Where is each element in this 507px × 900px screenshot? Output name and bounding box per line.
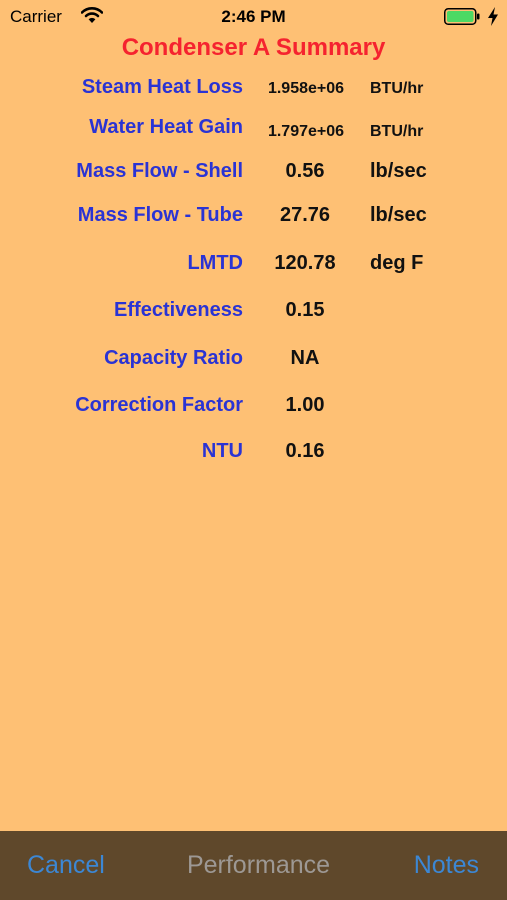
row-label: Mass Flow - Tube: [77, 204, 243, 226]
row-value: 1.958e+06: [267, 80, 345, 97]
row-value: 1.00: [285, 394, 325, 416]
status-time: 2:46 PM: [221, 7, 286, 26]
row-value: 1.797e+06: [267, 123, 345, 140]
row-value: NA: [290, 347, 320, 369]
bottom-toolbar: Cancel Performance Notes: [0, 831, 507, 900]
row-label: NTU: [201, 440, 243, 462]
battery-icon: [444, 8, 480, 25]
row-label: Water Heat Gain: [89, 116, 243, 138]
row-unit: lb/sec: [370, 160, 427, 182]
row-label: Mass Flow - Shell: [76, 160, 243, 182]
charging-bolt-icon: [488, 7, 498, 26]
row-value: 27.76: [279, 204, 331, 226]
row-unit: BTU/hr: [370, 80, 424, 97]
page-title: Condenser A Summary: [121, 34, 386, 61]
row-label: Effectiveness: [114, 299, 243, 321]
row-unit: BTU/hr: [370, 123, 424, 140]
row-value: 120.78: [274, 252, 336, 274]
row-value: 0.15: [285, 299, 325, 321]
row-unit: lb/sec: [370, 204, 427, 226]
row-value: 0.16: [285, 440, 325, 462]
status-bar: Carrier 2:46 PM: [0, 0, 507, 34]
row-label: Steam Heat Loss: [81, 76, 243, 98]
row-label: Correction Factor: [75, 394, 243, 416]
row-label: LMTD: [187, 252, 243, 274]
row-value: 0.56: [285, 160, 325, 182]
row-label: Capacity Ratio: [104, 347, 243, 369]
notes-button[interactable]: Notes: [414, 851, 479, 880]
row-unit: deg F: [370, 252, 424, 274]
